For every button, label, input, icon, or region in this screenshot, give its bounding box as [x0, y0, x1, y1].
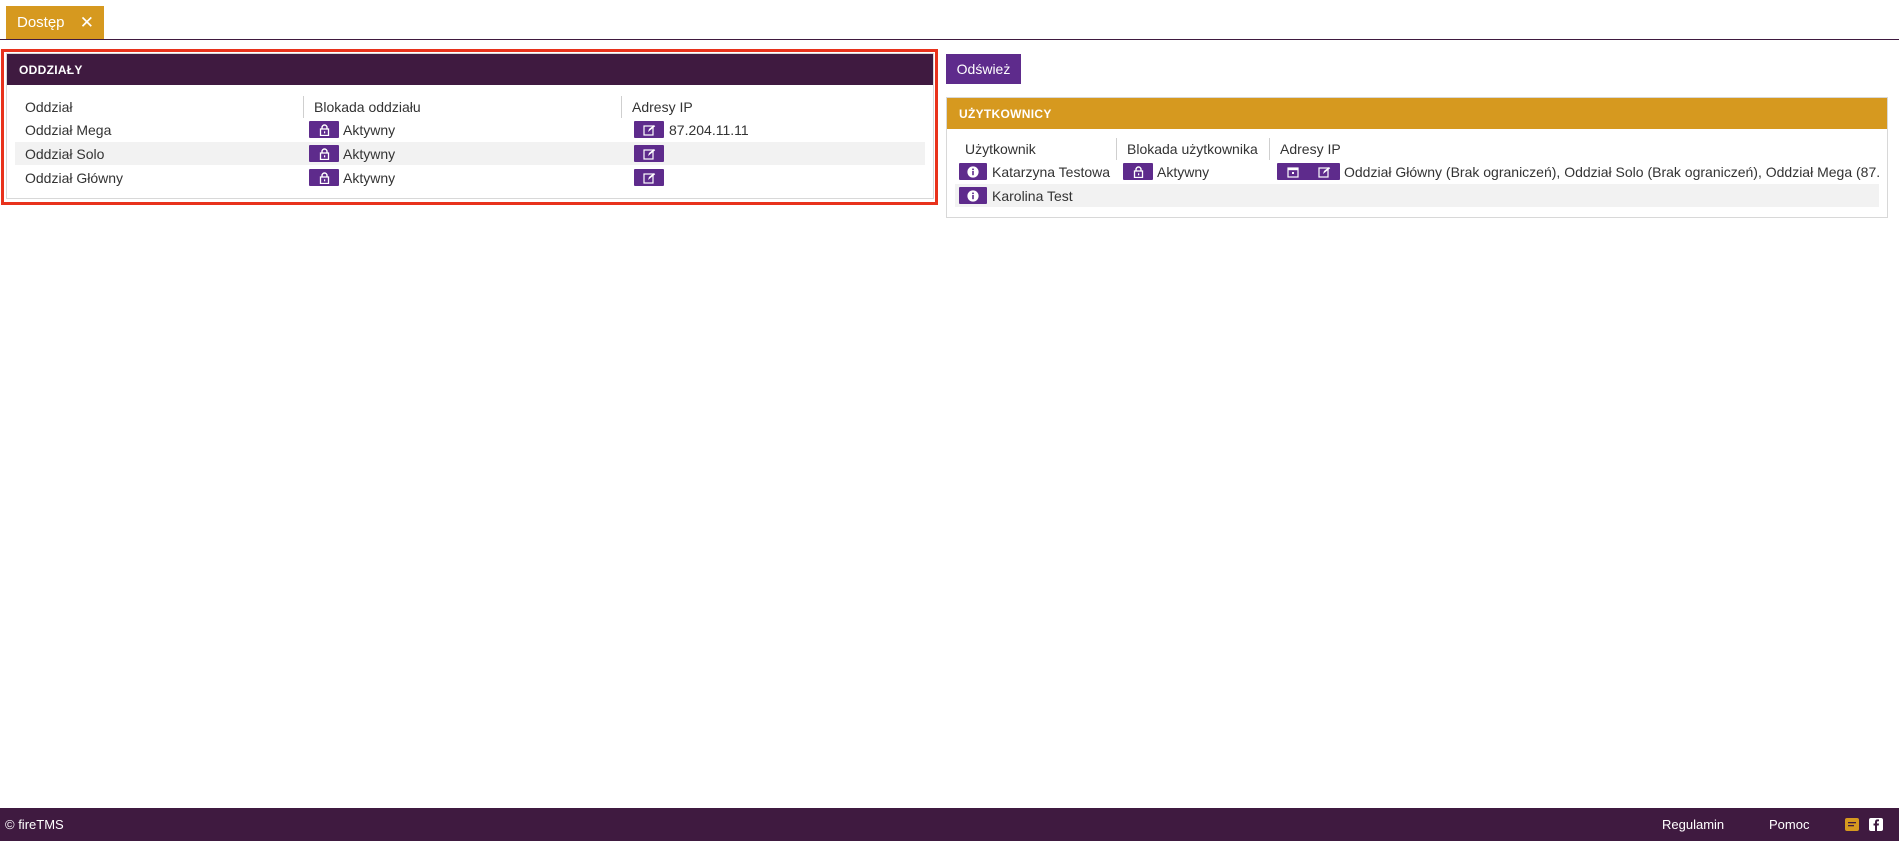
users-panel: UŻYTKOWNICY Użytkownik Blokada użytkowni…: [946, 97, 1888, 218]
column-header-user-lock[interactable]: Blokada użytkownika: [1116, 138, 1258, 160]
edit-icon[interactable]: [1317, 166, 1331, 178]
lock-icon: [319, 123, 329, 136]
user-info-button[interactable]: [959, 187, 987, 204]
table-row: Oddział Mega Aktywny 87.204.11.11: [15, 118, 925, 141]
table-row: Oddział Główny Aktywny: [15, 166, 925, 189]
column-header-branch-lock[interactable]: Blokada oddziału: [303, 96, 421, 118]
terms-link[interactable]: Regulamin: [1662, 817, 1724, 832]
facebook-icon[interactable]: [1869, 818, 1883, 831]
user-info-button[interactable]: [959, 163, 987, 180]
refresh-button[interactable]: Odśwież: [946, 54, 1021, 84]
user-name: Katarzyna Testowa: [992, 163, 1111, 180]
table-row: Katarzyna Testowa Aktywny Oddział Główny…: [955, 160, 1879, 183]
lock-icon: [319, 147, 329, 160]
branches-table-header: Oddział Blokada oddziału Adresy IP: [15, 96, 925, 118]
lock-button[interactable]: [309, 169, 339, 186]
ip-actions-group: [1277, 163, 1340, 180]
users-table: Użytkownik Blokada użytkownika Adresy IP…: [955, 134, 1879, 214]
branch-ip: 87.204.11.11: [669, 121, 749, 138]
edit-icon: [642, 124, 655, 136]
branch-status: Aktywny: [343, 145, 396, 162]
edit-icon: [642, 172, 655, 184]
edit-icon: [642, 148, 655, 160]
copyright: © fireTMS: [5, 817, 64, 832]
column-header-user[interactable]: Użytkownik: [965, 138, 1036, 160]
users-panel-title: UŻYTKOWNICY: [947, 98, 1887, 129]
users-table-header: Użytkownik Blokada użytkownika Adresy IP: [955, 138, 1879, 160]
lock-button[interactable]: [309, 145, 339, 162]
tab-dostep[interactable]: Dostęp ✕: [6, 6, 104, 39]
user-ip: Oddział Główny (Brak ograniczeń), Oddzia…: [1344, 163, 1879, 180]
branch-name: Oddział Główny: [25, 169, 124, 186]
info-icon: [967, 165, 979, 178]
tab-bar: Dostęp ✕: [0, 0, 1899, 40]
lock-icon: [319, 171, 329, 184]
column-header-ip[interactable]: Adresy IP: [621, 96, 693, 118]
chat-icon[interactable]: [1845, 818, 1859, 831]
branch-status: Aktywny: [343, 169, 396, 186]
branches-table: Oddział Blokada oddziału Adresy IP Oddzi…: [15, 90, 925, 194]
branch-name: Oddział Solo: [25, 145, 105, 162]
table-row: Karolina Test: [955, 184, 1879, 207]
calendar-icon[interactable]: [1286, 166, 1299, 178]
info-icon: [967, 189, 979, 202]
branches-panel: ODDZIAŁY Oddział Blokada oddziału Adresy…: [6, 53, 934, 199]
lock-icon: [1133, 165, 1143, 178]
branches-panel-title: ODDZIAŁY: [7, 54, 933, 85]
column-header-branch[interactable]: Oddział: [25, 96, 72, 118]
column-header-user-ip[interactable]: Adresy IP: [1269, 138, 1341, 160]
footer: © fireTMS Regulamin Pomoc: [0, 808, 1899, 841]
table-row: Oddział Solo Aktywny: [15, 142, 925, 165]
branch-status: Aktywny: [343, 121, 396, 138]
edit-ip-button[interactable]: [634, 121, 664, 138]
lock-button[interactable]: [309, 121, 339, 138]
user-status: Aktywny: [1157, 163, 1210, 180]
help-link[interactable]: Pomoc: [1769, 817, 1809, 832]
edit-ip-button[interactable]: [634, 145, 664, 162]
user-name: Karolina Test: [992, 187, 1073, 204]
edit-ip-button[interactable]: [634, 169, 664, 186]
close-icon[interactable]: ✕: [80, 14, 94, 31]
lock-button[interactable]: [1123, 163, 1153, 180]
branch-name: Oddział Mega: [25, 121, 112, 138]
tab-label: Dostęp: [17, 14, 65, 31]
